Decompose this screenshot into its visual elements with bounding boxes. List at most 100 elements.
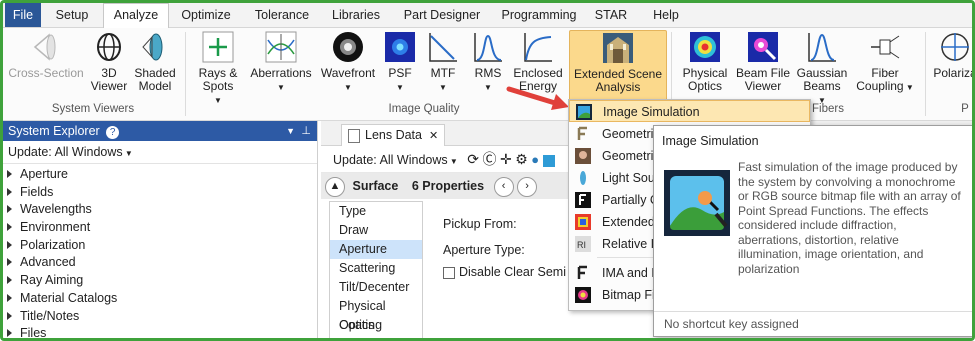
- rms-button[interactable]: RMS ▼: [468, 30, 508, 94]
- shaded-model-label: Shaded Model: [134, 66, 176, 93]
- dropdown-arrow-icon: ▼: [439, 83, 447, 92]
- chart-icon[interactable]: [542, 154, 555, 167]
- group-separator: [925, 32, 926, 116]
- tab-lens-data[interactable]: Lens Data ✕: [341, 124, 446, 146]
- tab-optimize[interactable]: Optimize: [173, 3, 239, 27]
- expand-icon[interactable]: [7, 187, 12, 196]
- tab-analyze[interactable]: Analyze: [103, 3, 169, 28]
- rms-label: RMS: [474, 66, 502, 80]
- physical-optics-button[interactable]: Physical Optics: [679, 30, 731, 93]
- tab-tolerance[interactable]: Tolerance: [245, 3, 319, 27]
- gaussian-beams-button[interactable]: Gaussian Beams ▼: [795, 30, 849, 107]
- close-icon[interactable]: ✕: [429, 130, 438, 142]
- tree-item-files[interactable]: Files: [3, 325, 317, 338]
- fiber-coupling-button[interactable]: Fiber Coupling ▼: [853, 30, 917, 94]
- tooltip-description: Fast simulation of the image produced by…: [738, 160, 961, 276]
- prop-tilt-decenter[interactable]: Tilt/Decenter: [330, 278, 422, 297]
- previous-surface-button[interactable]: ‹: [493, 176, 514, 197]
- tree-item-material-catalogs[interactable]: Material Catalogs: [3, 290, 317, 308]
- system-explorer-tree: Aperture Fields Wavelengths Environment …: [3, 164, 317, 338]
- prop-coating[interactable]: Coating: [330, 316, 422, 335]
- aberrations-label: Aberrations: [250, 66, 312, 80]
- rays-spots-button[interactable]: Rays & Spots ▼: [193, 30, 243, 107]
- tree-item-label: Environment: [20, 220, 91, 235]
- svg-text:RI: RI: [577, 240, 586, 250]
- expand-icon[interactable]: [7, 329, 12, 338]
- expand-icon[interactable]: [7, 311, 12, 320]
- auto-update-icon[interactable]: Ⓒ: [482, 151, 496, 167]
- tree-item-advanced[interactable]: Advanced: [3, 254, 317, 272]
- bitmap-file-icon: [575, 287, 591, 303]
- tab-star[interactable]: STAR: [591, 3, 631, 27]
- annotation-arrow: [506, 86, 569, 110]
- menu-item-label: Geometric: [602, 127, 660, 141]
- prop-aperture[interactable]: Aperture: [330, 240, 422, 259]
- refresh-icon[interactable]: ⟳: [467, 151, 479, 167]
- move-icon[interactable]: ✛: [500, 151, 512, 167]
- help-icon[interactable]: ?: [106, 126, 120, 139]
- polarization-button[interactable]: Polariza: [931, 30, 972, 80]
- beam-file-viewer-button[interactable]: Beam File Viewer: [734, 30, 792, 93]
- beam-file-viewer-label: Beam File Viewer: [735, 66, 791, 93]
- panel-menu-icon[interactable]: ▼: [286, 121, 295, 141]
- expand-icon[interactable]: [7, 240, 12, 249]
- disable-clear-semi-checkbox[interactable]: Disable Clear Semi D: [443, 265, 578, 279]
- tree-item-aperture[interactable]: Aperture: [3, 166, 317, 184]
- tree-item-environment[interactable]: Environment: [3, 219, 317, 237]
- geometric-f-icon: [577, 126, 587, 140]
- globe-icon[interactable]: ●: [531, 152, 539, 167]
- prop-draw[interactable]: Draw: [330, 221, 422, 240]
- extended-scene-analysis-label: Extended Scene Analysis: [573, 67, 663, 94]
- settings-icon[interactable]: ⚙: [515, 151, 528, 167]
- surface-property-list: Type Draw Aperture Scattering Tilt/Decen…: [329, 201, 423, 338]
- dropdown-arrow-icon: ▼: [484, 83, 492, 92]
- prop-scattering[interactable]: Scattering: [330, 259, 422, 278]
- checkbox-icon[interactable]: [443, 266, 455, 279]
- extended-scene-analysis-button[interactable]: Extended Scene Analysis▼: [569, 30, 667, 106]
- tab-help[interactable]: Help: [647, 3, 685, 27]
- prop-physical-optics[interactable]: Physical Optics: [330, 297, 422, 332]
- collapse-icon[interactable]: ▲: [325, 176, 345, 197]
- lens-update-dropdown[interactable]: Update: All Windows ▼: [333, 153, 458, 167]
- tree-item-title-notes[interactable]: Title/Notes: [3, 308, 317, 326]
- shaded-model-button[interactable]: Shaded Model: [131, 30, 179, 93]
- image-simulation-icon: [576, 104, 592, 120]
- tree-item-ray-aiming[interactable]: Ray Aiming: [3, 272, 317, 290]
- menu-item-image-simulation[interactable]: Image Simulation: [569, 100, 810, 122]
- light-source-icon: [580, 171, 586, 185]
- pin-icon[interactable]: ⊥: [301, 121, 311, 141]
- menu-item-label: Image Simulation: [603, 105, 700, 119]
- dropdown-arrow-icon: ▼: [447, 157, 458, 166]
- mtf-button[interactable]: MTF ▼: [423, 30, 463, 94]
- expand-icon[interactable]: [7, 205, 12, 214]
- tab-libraries[interactable]: Libraries: [325, 3, 387, 27]
- expand-icon[interactable]: [7, 276, 12, 285]
- psf-button[interactable]: PSF ▼: [381, 30, 419, 94]
- physical-optics-label: Physical Optics: [682, 66, 728, 93]
- tab-file[interactable]: File: [5, 3, 41, 27]
- aberrations-button[interactable]: Aberrations ▼: [246, 30, 316, 94]
- 3d-viewer-button[interactable]: 3D Viewer: [87, 30, 131, 93]
- image-simulation-icon: [664, 170, 730, 236]
- dropdown-arrow-icon: ▼: [277, 83, 285, 92]
- next-surface-button[interactable]: ›: [517, 176, 538, 197]
- shaded-model-icon: [142, 33, 163, 61]
- system-explorer-update-dropdown[interactable]: Update: All Windows ▼: [3, 141, 317, 164]
- expand-icon[interactable]: [7, 258, 12, 267]
- tree-item-wavelengths[interactable]: Wavelengths: [3, 201, 317, 219]
- prop-type[interactable]: Type: [330, 202, 422, 221]
- tree-item-fields[interactable]: Fields: [3, 184, 317, 202]
- tab-part-designer[interactable]: Part Designer: [394, 3, 490, 27]
- cross-section-button: Cross-Section: [8, 30, 84, 80]
- tree-item-polarization[interactable]: Polarization: [3, 237, 317, 255]
- tree-item-label: Wavelengths: [20, 202, 92, 217]
- expand-icon[interactable]: [7, 293, 12, 302]
- physical-optics-icon: [690, 32, 720, 62]
- expand-icon[interactable]: [7, 170, 12, 178]
- tab-programming[interactable]: Programming: [496, 3, 582, 27]
- ima-file-icon: [577, 265, 587, 279]
- wavefront-button[interactable]: Wavefront ▼: [319, 30, 377, 94]
- tab-setup[interactable]: Setup: [48, 3, 96, 27]
- expand-icon[interactable]: [7, 223, 12, 232]
- wavefront-icon: [333, 32, 363, 62]
